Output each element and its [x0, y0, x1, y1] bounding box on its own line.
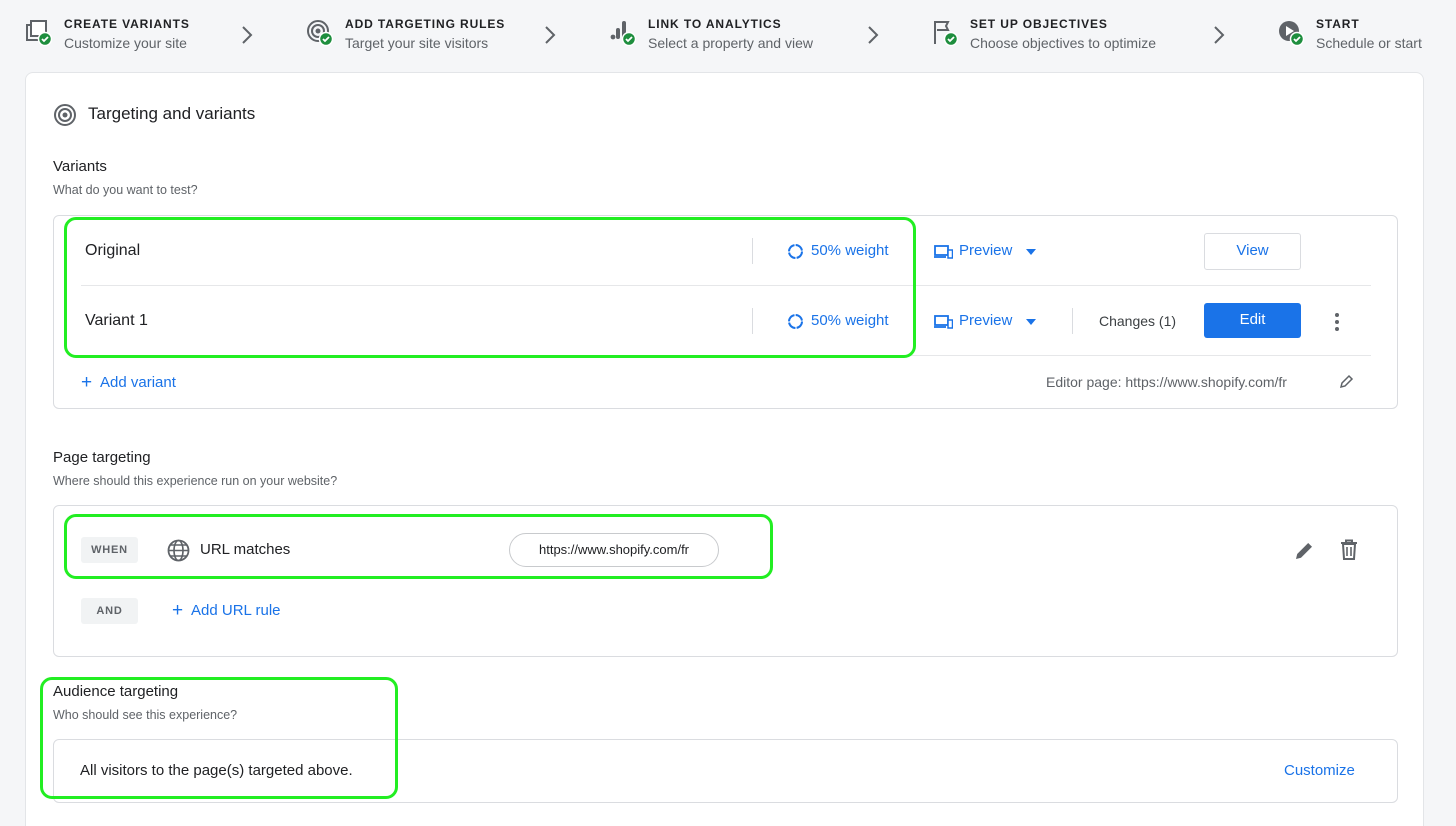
caret-down-icon	[1026, 319, 1036, 325]
audience-subtitle: Who should see this experience?	[53, 708, 238, 722]
devices-icon	[934, 245, 953, 259]
divider	[752, 238, 753, 264]
globe-icon	[167, 539, 190, 562]
targeting-card: Targeting and variants Variants What do …	[25, 72, 1424, 826]
preview-dropdown-original[interactable]: Preview	[934, 242, 1044, 262]
play-check-icon	[1279, 21, 1304, 46]
pencil-icon[interactable]	[1294, 540, 1315, 561]
weight-link-original[interactable]: 50% weight	[787, 242, 907, 262]
divider	[1072, 308, 1073, 334]
plus-icon: +	[172, 600, 184, 621]
step-set-up-objectives[interactable]: SET UP OBJECTIVES Choose objectives to o…	[932, 16, 1182, 56]
add-url-rule-button[interactable]: + Add URL rule	[172, 600, 302, 622]
changes-link[interactable]: Changes (1)	[1099, 313, 1176, 329]
url-matches-label: URL matches	[200, 541, 291, 558]
delete-icon[interactable]	[1340, 539, 1358, 560]
and-chip: AND	[81, 598, 138, 624]
preview-label: Preview	[959, 312, 1013, 329]
step-title: SET UP OBJECTIVES	[970, 17, 1108, 31]
flag-check-icon	[934, 21, 958, 46]
divider	[752, 308, 753, 334]
page-targeting-title: Page targeting	[53, 449, 151, 466]
row-divider	[81, 355, 1371, 356]
step-create-variants[interactable]: CREATE VARIANTS Customize your site	[26, 16, 226, 56]
audience-summary-box: All visitors to the page(s) targeted abo…	[53, 739, 1398, 803]
add-url-rule-label: Add URL rule	[191, 602, 281, 619]
copy-check-icon	[26, 20, 52, 46]
url-rule-value[interactable]: https://www.shopify.com/fr	[509, 533, 719, 567]
weight-label: 50% weight	[811, 242, 889, 259]
variants-subtitle: What do you want to test?	[53, 183, 198, 197]
weight-ring-icon	[788, 314, 803, 329]
more-vert-icon[interactable]	[1334, 312, 1340, 332]
pencil-icon[interactable]	[1339, 374, 1354, 389]
edit-button[interactable]: Edit	[1204, 303, 1301, 338]
analytics-check-icon	[610, 21, 636, 46]
variants-title: Variants	[53, 158, 107, 175]
audience-summary: All visitors to the page(s) targeted abo…	[80, 762, 353, 779]
stepper: CREATE VARIANTS Customize your site ADD …	[0, 0, 1456, 66]
editor-page-url: Editor page: https://www.shopify.com/fr	[1046, 374, 1287, 390]
target-icon	[54, 104, 76, 126]
chevron-right-icon	[1214, 26, 1225, 44]
weight-link-variant-1[interactable]: 50% weight	[787, 312, 907, 332]
step-link-to-analytics[interactable]: LINK TO ANALYTICS Select a property and …	[610, 16, 840, 56]
step-title: LINK TO ANALYTICS	[648, 17, 782, 31]
step-subtitle: Customize your site	[64, 35, 187, 51]
add-variant-label: Add variant	[100, 374, 176, 391]
step-title: START	[1316, 17, 1360, 31]
step-subtitle: Target your site visitors	[345, 35, 489, 51]
step-subtitle: Select a property and view	[648, 35, 813, 51]
weight-ring-icon	[788, 244, 803, 259]
chevron-right-icon	[545, 26, 556, 44]
customize-button[interactable]: Customize	[1284, 762, 1355, 779]
page-targeting-rules: WHEN URL matches https://www.shopify.com…	[53, 505, 1398, 657]
step-title: CREATE VARIANTS	[64, 17, 190, 31]
preview-dropdown-variant-1[interactable]: Preview	[934, 312, 1044, 332]
card-title: Targeting and variants	[88, 104, 256, 123]
view-button[interactable]: View	[1204, 233, 1301, 270]
step-subtitle: Choose objectives to optimize	[970, 35, 1156, 51]
weight-label: 50% weight	[811, 312, 889, 329]
step-start[interactable]: START Schedule or start	[1278, 16, 1448, 56]
devices-icon	[934, 315, 953, 329]
add-variant-button[interactable]: + Add variant	[81, 372, 191, 394]
preview-label: Preview	[959, 242, 1013, 259]
target-check-icon	[307, 20, 333, 46]
caret-down-icon	[1026, 249, 1036, 255]
row-divider	[81, 285, 1371, 286]
chevron-right-icon	[242, 26, 253, 44]
chevron-right-icon	[868, 26, 879, 44]
step-add-targeting-rules[interactable]: ADD TARGETING RULES Target your site vis…	[307, 16, 527, 56]
step-title: ADD TARGETING RULES	[345, 17, 506, 31]
variants-table: Original 50% weight Preview View Variant…	[53, 215, 1398, 409]
step-subtitle: Schedule or start	[1316, 35, 1422, 51]
when-chip: WHEN	[81, 537, 138, 563]
page-targeting-subtitle: Where should this experience run on your…	[53, 474, 338, 488]
audience-title: Audience targeting	[53, 683, 179, 700]
variant-name-original: Original	[85, 242, 141, 259]
plus-icon: +	[81, 372, 93, 393]
variant-name-variant-1: Variant 1	[85, 312, 148, 329]
